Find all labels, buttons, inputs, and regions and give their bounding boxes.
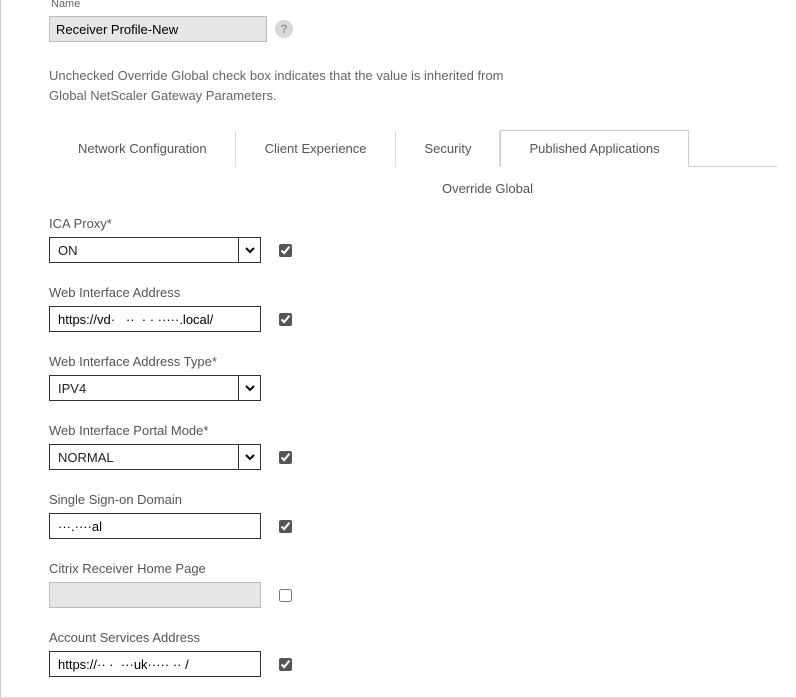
single-sign-on-domain-input[interactable] [49,513,261,539]
tab-network-configuration[interactable]: Network Configuration [49,130,236,167]
citrix-receiver-home-page-override-checkbox[interactable] [279,589,292,602]
single-sign-on-domain-label: Single Sign-on Domain [49,492,776,507]
help-icon[interactable]: ? [275,20,293,38]
web-interface-address-type-select[interactable]: IPV4 [49,375,261,401]
chevron-down-icon [238,376,260,400]
citrix-receiver-home-page-label: Citrix Receiver Home Page [49,561,776,576]
tab-published-applications[interactable]: Published Applications [500,130,688,167]
chevron-down-icon [238,238,260,262]
web-interface-address-input[interactable] [49,306,261,332]
tabs-bar: Network Configuration Client Experience … [49,129,777,167]
ica-proxy-label: ICA Proxy* [49,216,776,231]
citrix-receiver-home-page-input [49,582,261,608]
web-interface-portal-mode-label: Web Interface Portal Mode* [49,423,776,438]
profile-name-input[interactable] [49,16,267,42]
web-interface-address-type-label: Web Interface Address Type* [49,354,776,369]
web-interface-portal-mode-override-checkbox[interactable] [279,451,292,464]
name-label: Name [51,0,776,10]
account-services-address-input[interactable] [49,651,261,677]
ica-proxy-override-checkbox[interactable] [279,244,292,257]
ica-proxy-select[interactable]: ON [49,237,261,263]
tab-security[interactable]: Security [396,130,501,167]
single-sign-on-domain-override-checkbox[interactable] [279,520,292,533]
published-applications-pane: Override Global ICA Proxy* ON Web Interf… [1,167,796,697]
override-note: Unchecked Override Global check box indi… [49,66,529,105]
account-services-address-label: Account Services Address [49,630,776,645]
web-interface-portal-mode-select[interactable]: NORMAL [49,444,261,470]
chevron-down-icon [238,445,260,469]
web-interface-address-override-checkbox[interactable] [279,313,292,326]
override-global-header: Override Global [199,181,776,196]
account-services-address-override-checkbox[interactable] [279,658,292,671]
web-interface-address-label: Web Interface Address [49,285,776,300]
tab-client-experience[interactable]: Client Experience [236,130,396,167]
